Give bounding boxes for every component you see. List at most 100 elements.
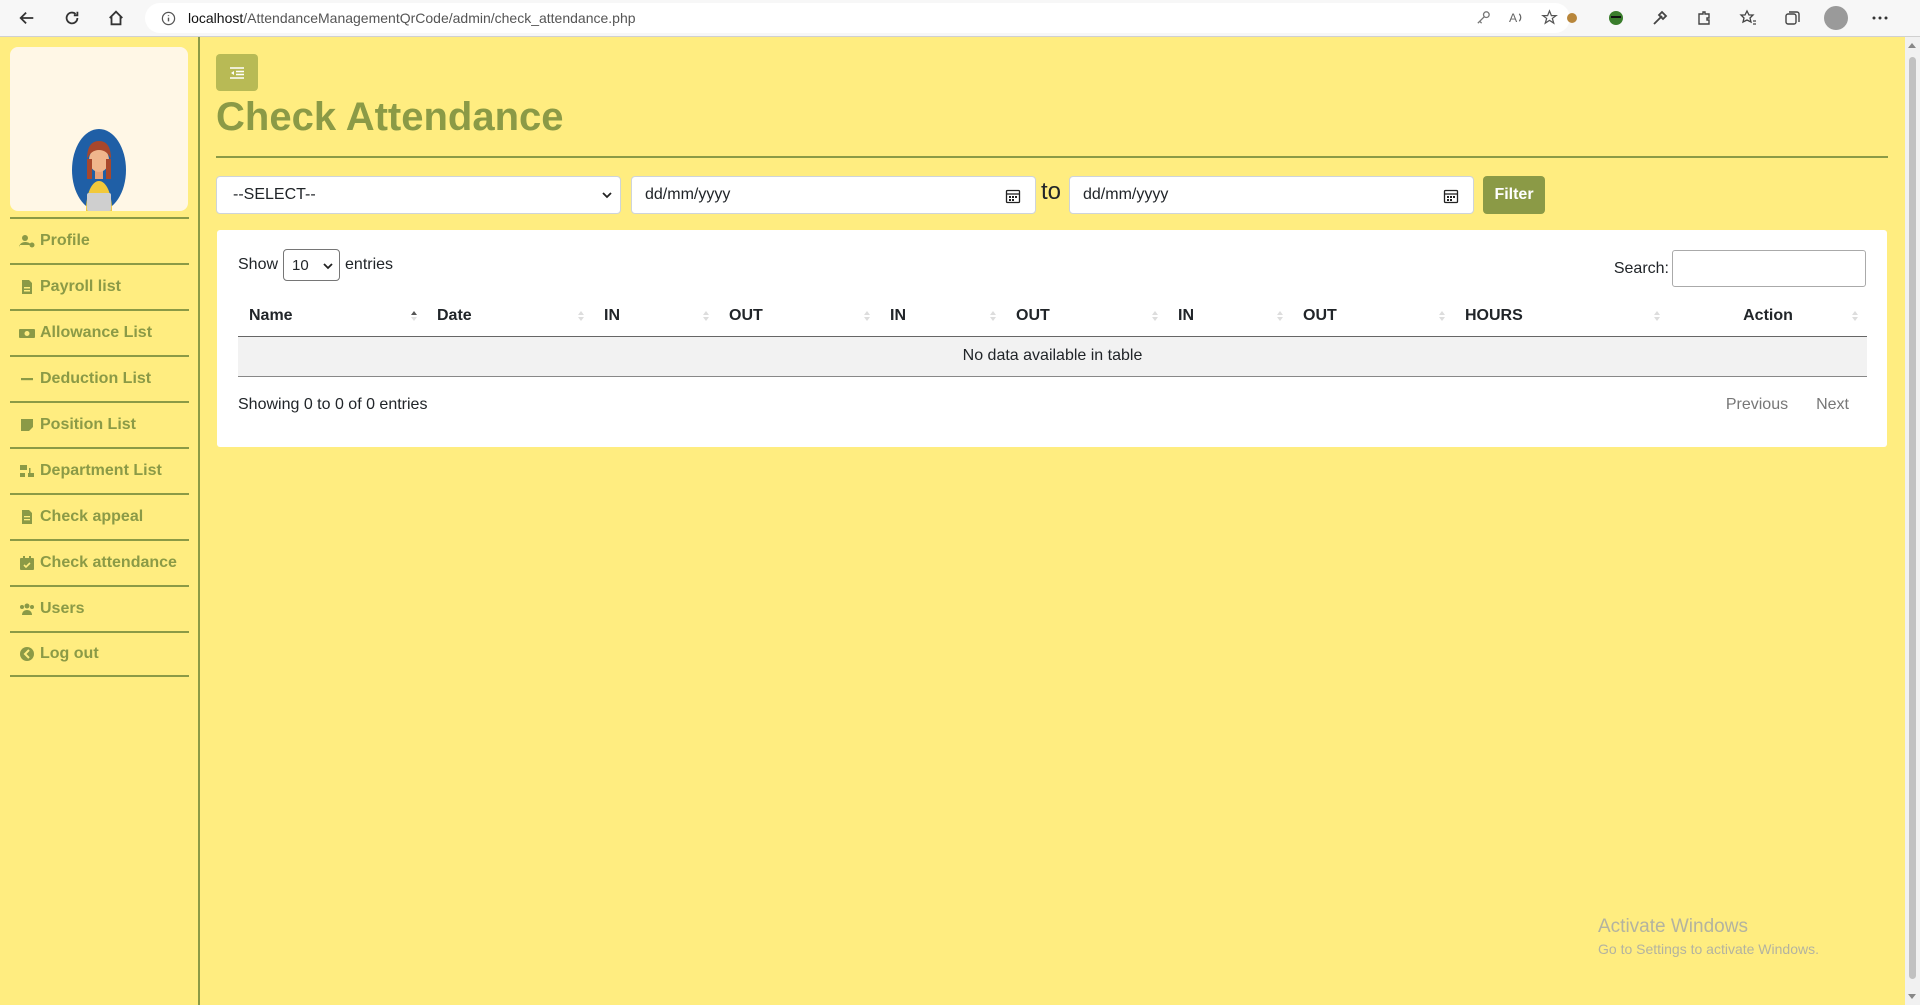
sidebar-item-label: Check appeal	[40, 508, 144, 525]
favorites-icon[interactable]	[1736, 6, 1760, 30]
sidebar-item-label: Allowance List	[40, 324, 153, 341]
browser-toolbar: localhost/AttendanceManagementQrCode/adm…	[0, 0, 1920, 37]
arrow-circle-left-icon	[19, 646, 35, 662]
arrow-left-icon	[19, 11, 34, 25]
sidebar-item-check-attendance[interactable]: Check attendance	[10, 539, 189, 585]
sidebar-item-label: Users	[40, 600, 85, 617]
sort-icon	[1852, 311, 1858, 321]
user-gear-icon	[19, 233, 35, 249]
minus-icon	[19, 371, 35, 387]
table-header-row: Name Date IN OUT IN OUT IN OUT HOURS Act…	[238, 296, 1867, 337]
date-from-input[interactable]: dd/mm/yyyy	[631, 176, 1036, 214]
search-label: Search:	[1613, 259, 1669, 277]
users-icon	[19, 601, 35, 617]
extension-globe-icon[interactable]	[1604, 6, 1628, 30]
sidebar-toggle-button[interactable]	[216, 54, 258, 91]
back-button[interactable]	[9, 2, 45, 34]
browser-profile-avatar[interactable]	[1824, 6, 1848, 30]
page: Profile Payroll list Allowance List Dedu…	[0, 37, 1905, 1005]
table-row: No data available in table	[238, 336, 1867, 377]
url-path: /AttendanceManagementQrCode/admin/check_…	[243, 10, 636, 26]
home-button[interactable]	[98, 2, 134, 34]
profile-card	[10, 47, 188, 211]
employee-select[interactable]: --SELECT--	[216, 176, 621, 214]
sidebar-item-label: Log out	[40, 645, 99, 662]
address-bar[interactable]: localhost/AttendanceManagementQrCode/adm…	[145, 3, 1570, 33]
sort-icon	[1654, 311, 1660, 321]
sort-asc-icon	[411, 311, 417, 321]
sort-icon	[578, 311, 584, 321]
sidebar-item-profile[interactable]: Profile	[10, 217, 189, 263]
column-header-action[interactable]: Action	[1669, 296, 1867, 337]
entries-label: entries	[345, 256, 394, 273]
page-length-select[interactable]: 10	[283, 249, 341, 281]
add-favorite-icon[interactable]	[1541, 9, 1558, 26]
pagination: Previous Next	[1726, 396, 1849, 414]
column-header-date[interactable]: Date	[426, 296, 593, 337]
reload-button[interactable]	[54, 2, 90, 34]
svg-text:A: A	[1509, 11, 1518, 25]
eyedropper-icon[interactable]	[1648, 6, 1672, 30]
sidebar-item-payroll-list[interactable]: Payroll list	[10, 263, 189, 309]
read-aloud-icon[interactable]: A	[1508, 9, 1525, 26]
date-range-to-label: to	[1041, 178, 1062, 205]
title-divider	[216, 156, 1888, 158]
sort-icon	[703, 311, 709, 321]
column-header-out-3[interactable]: OUT	[1292, 296, 1454, 337]
more-menu-icon[interactable]	[1868, 6, 1892, 30]
filter-button[interactable]: Filter	[1483, 176, 1545, 214]
sidebar-item-log-out[interactable]: Log out	[10, 631, 189, 677]
extension-cookie-icon[interactable]	[1560, 6, 1584, 30]
calendar-icon[interactable]	[1005, 188, 1021, 204]
employee-select-value: --SELECT--	[233, 186, 316, 203]
sidebar-item-label: Profile	[40, 232, 90, 249]
attendance-table: Name Date IN OUT IN OUT IN OUT HOURS Act…	[238, 296, 1867, 377]
avatar	[72, 129, 126, 211]
money-bill-icon	[19, 325, 35, 341]
sort-icon	[864, 311, 870, 321]
sort-icon	[990, 311, 996, 321]
column-header-in-3[interactable]: IN	[1167, 296, 1292, 337]
previous-page-button[interactable]: Previous	[1726, 396, 1788, 414]
attendance-table-panel: Show 10 entries Search: Name Date IN OUT…	[217, 230, 1887, 447]
sidebar-item-label: Deduction List	[40, 370, 152, 387]
sticky-note-icon	[19, 417, 35, 433]
chevron-down-icon	[602, 192, 612, 199]
sidebar-item-label: Check attendance	[40, 554, 177, 571]
sidebar-item-users[interactable]: Users	[10, 585, 189, 631]
scroll-down-icon[interactable]	[1908, 994, 1916, 999]
column-header-hours[interactable]: HOURS	[1454, 296, 1669, 337]
indent-icon	[230, 66, 244, 79]
table-search: Search:	[1614, 250, 1866, 287]
sidebar-item-check-appeal[interactable]: Check appeal	[10, 493, 189, 539]
page-scrollbar[interactable]	[1905, 37, 1920, 1005]
calendar-icon[interactable]	[1443, 188, 1459, 204]
column-header-out-2[interactable]: OUT	[1005, 296, 1167, 337]
info-icon	[161, 11, 176, 25]
sidebar-item-position-list[interactable]: Position List	[10, 401, 189, 447]
sidebar-item-department-list[interactable]: Department List	[10, 447, 189, 493]
column-header-out-1[interactable]: OUT	[718, 296, 879, 337]
search-input[interactable]	[1672, 250, 1866, 287]
column-header-name[interactable]: Name	[238, 296, 426, 337]
page-length-control: Show 10 entries	[238, 249, 393, 281]
sidebar-item-deduction-list[interactable]: Deduction List	[10, 355, 189, 401]
sidebar-item-label: Department List	[40, 462, 162, 479]
key-icon[interactable]	[1475, 9, 1492, 26]
scroll-thumb[interactable]	[1909, 57, 1916, 979]
date-to-input[interactable]: dd/mm/yyyy	[1069, 176, 1474, 214]
column-header-in-1[interactable]: IN	[593, 296, 718, 337]
file-alt-icon	[19, 509, 35, 525]
show-label: Show	[238, 256, 279, 273]
url-host: localhost	[188, 10, 244, 26]
date-to-placeholder: dd/mm/yyyy	[1083, 186, 1169, 203]
collections-icon[interactable]	[1780, 6, 1804, 30]
scroll-up-icon[interactable]	[1908, 43, 1916, 48]
sidebar-item-allowance-list[interactable]: Allowance List	[10, 309, 189, 355]
next-page-button[interactable]: Next	[1816, 396, 1849, 414]
column-header-in-2[interactable]: IN	[879, 296, 1005, 337]
chevron-down-icon	[323, 263, 333, 270]
sitemap-icon	[19, 463, 35, 479]
extensions-icon[interactable]	[1692, 6, 1716, 30]
page-length-value: 10	[292, 256, 309, 274]
